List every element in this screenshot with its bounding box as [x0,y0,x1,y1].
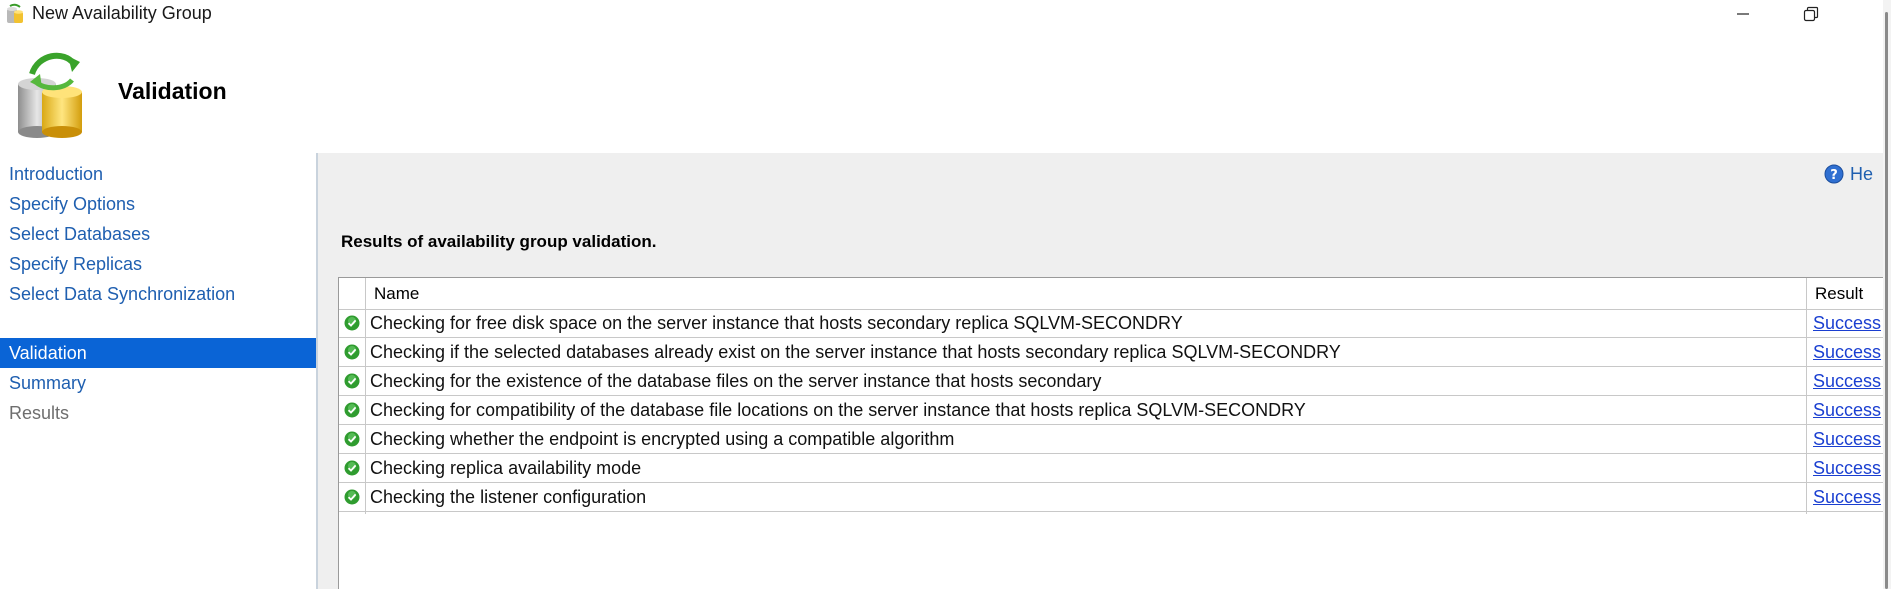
validation-results-grid: Name Result Checking for free disk space… [338,277,1884,589]
table-row[interactable]: Checking if the selected databases alrea… [339,338,1884,367]
database-refresh-icon [18,52,82,138]
nav-item-introduction[interactable]: Introduction [0,159,316,189]
restore-icon [1803,6,1819,22]
success-check-icon [344,489,360,505]
help-link[interactable]: ? He [1824,163,1873,185]
nav-item-results: Results [9,403,70,423]
success-check-icon [344,315,360,331]
nav-item-specify-options[interactable]: Specify Options [0,189,316,219]
column-header-name[interactable]: Name [374,278,419,309]
restore-button[interactable] [1783,0,1839,28]
success-check-icon [344,431,360,447]
row-name: Checking if the selected databases alrea… [370,342,1341,362]
page-title: Validation [118,78,227,104]
help-icon: ? [1824,164,1844,184]
row-result-link[interactable]: Success [1813,454,1881,482]
success-check-icon [344,402,360,418]
table-row[interactable]: Checking for free disk space on the serv… [339,309,1884,338]
row-name: Checking for the existence of the databa… [370,371,1102,391]
row-name: Checking whether the endpoint is encrypt… [370,429,955,449]
success-check-icon [344,460,360,476]
row-result-link[interactable]: Success [1813,338,1881,366]
table-row[interactable]: Checking the listener configuration Succ… [339,483,1884,512]
table-row[interactable]: Checking replica availability mode Succe… [339,454,1884,483]
table-row[interactable]: Checking whether the endpoint is encrypt… [339,425,1884,454]
row-name: Checking for compatibility of the databa… [370,400,1306,420]
nav-item-select-databases[interactable]: Select Databases [0,219,316,249]
grid-header: Name Result [339,278,1884,310]
nav-item-specify-replicas[interactable]: Specify Replicas [0,249,316,279]
table-row[interactable]: Checking for compatibility of the databa… [339,396,1884,425]
window-title: New Availability Group [32,3,212,23]
app-database-icon [7,3,23,23]
success-check-icon [344,373,360,389]
minimize-icon [1737,13,1749,15]
results-caption: Results of availability group validation… [341,232,657,251]
column-header-result[interactable]: Result [1815,278,1863,309]
row-result-link[interactable]: Success [1813,309,1881,337]
minimize-button[interactable] [1715,0,1771,28]
row-result-link[interactable]: Success [1813,483,1881,511]
page-header: Validation [0,28,1883,153]
row-name: Checking for free disk space on the serv… [370,313,1183,333]
scrollbar-thumb[interactable] [1885,12,1888,589]
row-name: Checking the listener configuration [370,487,647,507]
success-check-icon [344,344,360,360]
help-label: He [1850,163,1874,184]
row-result-link[interactable]: Success [1813,367,1881,395]
table-row[interactable]: Checking for the existence of the databa… [339,367,1884,396]
nav-item-validation[interactable]: Validation [0,338,316,368]
row-result-link[interactable]: Success [1813,396,1881,424]
nav-item-select-data-synchronization[interactable]: Select Data Synchronization [0,279,316,309]
nav-item-summary[interactable]: Summary [0,368,316,398]
title-bar: New Availability Group [0,0,1891,28]
row-result-link[interactable]: Success [1813,425,1881,453]
row-name: Checking replica availability mode [370,458,642,478]
svg-text:?: ? [1830,168,1838,183]
wizard-nav: Introduction Specify Options Select Data… [0,153,317,589]
